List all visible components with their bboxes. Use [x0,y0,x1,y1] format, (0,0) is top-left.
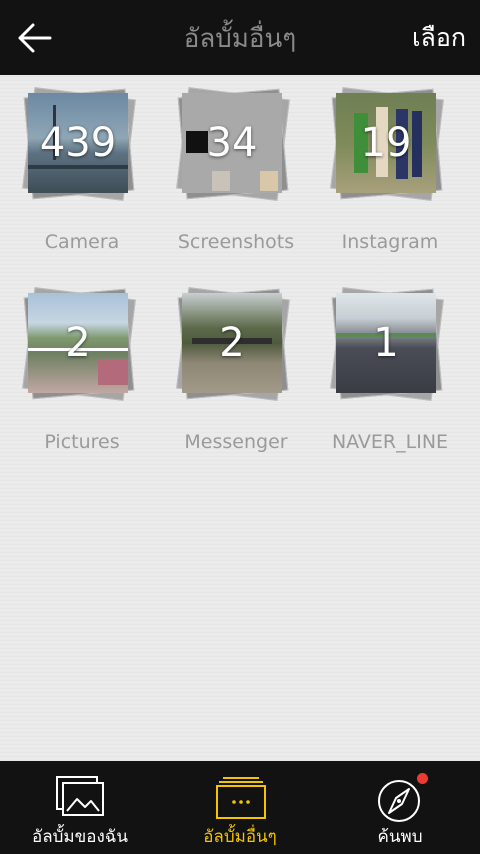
tab-label: อัลบั้มของฉัน [32,827,128,847]
photo-count: 2 [65,320,91,366]
album-thumbnail-stack: 2 [22,287,138,403]
album-thumbnail-stack: 2 [176,287,292,403]
notification-dot [417,773,428,784]
photo-album-icon [55,775,107,823]
album-name: Camera [44,231,120,253]
photo-count: 34 [206,120,258,166]
tab-discover[interactable]: ค้นพบ [320,761,480,854]
album-pictures[interactable]: 2 Pictures [12,275,152,465]
page-title: อัลบั้มอื่นๆ [183,24,297,54]
album-thumbnail-stack: 19 [330,87,446,203]
tab-other-albums[interactable]: อัลบั้มอื่นๆ [160,761,320,854]
album-name: Pictures [44,431,120,453]
tab-my-albums[interactable]: อัลบั้มของฉัน [0,761,160,854]
album-thumbnail-stack: 1 [330,287,446,403]
photo-count: 2 [219,320,245,366]
top-bar: อัลบั้มอื่นๆ เลือก [0,0,480,75]
bottom-navigation: อัลบั้มของฉัน อัลบั้มอื่นๆ ค้นพบ [0,761,480,854]
album-name: Screenshots [177,231,295,253]
album-naver-line[interactable]: 1 NAVER_LINE [320,275,460,465]
album-thumbnail-stack: 34 [176,87,292,203]
album-camera[interactable]: 439 Camera [12,75,152,265]
album-name: NAVER_LINE [331,431,449,453]
album-instagram[interactable]: 19 Instagram [320,75,460,265]
photo-count: 19 [360,120,412,166]
album-name: Instagram [341,231,439,253]
photo-count: 439 [39,120,117,166]
tab-label: ค้นพบ [377,827,423,847]
more-albums-icon [215,775,267,823]
tab-label: อัลบั้มอื่นๆ [203,827,277,847]
album-thumbnail-stack: 439 [22,87,138,203]
album-screenshots[interactable]: 34 Screenshots [166,75,306,265]
select-button[interactable]: เลือก [412,18,466,58]
photo-count: 1 [373,320,399,366]
album-grid: 439 Camera 34 Screenshots 19 Instagram 2… [0,75,480,761]
album-name: Messenger [184,431,288,453]
album-messenger[interactable]: 2 Messenger [166,275,306,465]
